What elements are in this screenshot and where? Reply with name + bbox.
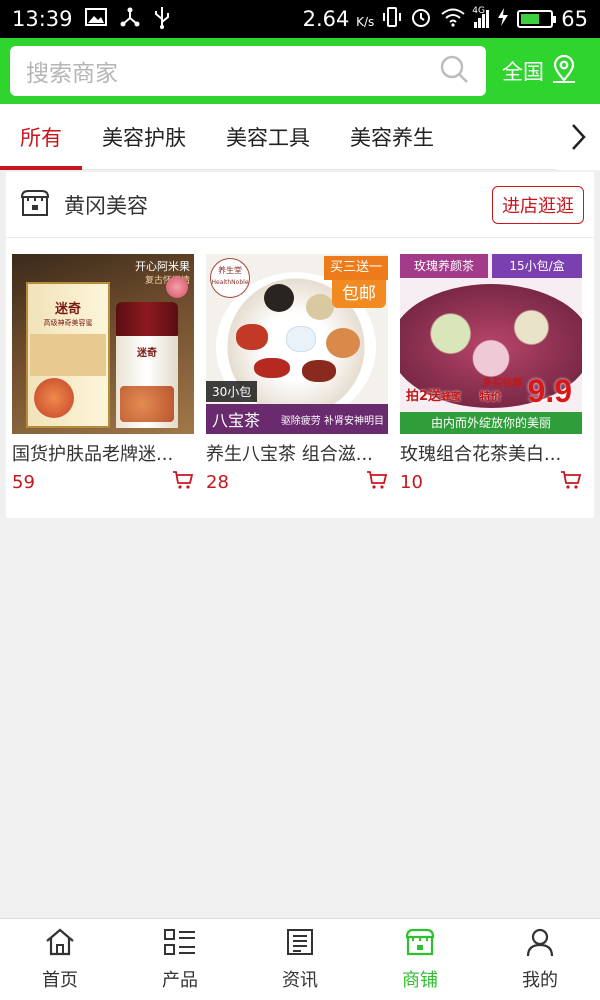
logo-en: HealthNoble bbox=[211, 279, 249, 286]
product-image[interactable]: 开心阿米果 复古怀旧情 迷奇 高级神奇美容蜜 迷奇 bbox=[12, 254, 194, 434]
promo-text: 拍2送 bbox=[406, 389, 442, 404]
jar-label: 迷奇 bbox=[137, 348, 157, 359]
shop-name: 黄冈美容 bbox=[64, 193, 148, 218]
tea-effect: 驱除疲劳 补肾安神明目 bbox=[280, 415, 384, 427]
tea-name: 玫瑰养颜茶 bbox=[400, 254, 488, 278]
box-sub: 高级神奇美容蜜 bbox=[43, 319, 93, 327]
product-card[interactable]: 玫瑰养颜茶 15小包/盒 多买包邮 拍2送蜂蜜 特价 9.9 由内而外绽放你的美… bbox=[400, 254, 582, 494]
shop-header: 黄冈美容 进店逛逛 bbox=[6, 172, 594, 238]
wifi-icon bbox=[440, 7, 466, 32]
list-icon bbox=[163, 927, 197, 962]
product-box: 迷奇 高级神奇美容蜜 bbox=[26, 282, 110, 428]
product-image[interactable]: 养生堂 HealthNoble 买三送一 包邮 30小包 八宝茶 驱除疲劳 补肾… bbox=[206, 254, 388, 434]
nav-products[interactable]: 产品 bbox=[120, 919, 240, 1000]
image-badge: 开心阿米果 bbox=[135, 260, 190, 273]
product-price: 28 bbox=[206, 471, 229, 493]
tea-name: 八宝茶 bbox=[212, 411, 261, 430]
nav-home-label: 首页 bbox=[42, 970, 78, 991]
search-icon[interactable] bbox=[438, 53, 470, 89]
bottom-nav: 首页 产品 资讯 商铺 我的 bbox=[0, 918, 600, 1000]
status-bar: 13:39 2.64 K/s 4G 65 bbox=[0, 0, 600, 38]
search-input[interactable]: 搜索商家 bbox=[10, 46, 486, 96]
promo-label: 买三送一 bbox=[324, 256, 388, 280]
pack-size: 15小包/盒 bbox=[492, 254, 582, 278]
alarm-icon bbox=[410, 6, 432, 33]
product-title[interactable]: 玫瑰组合花茶美白... bbox=[400, 440, 582, 466]
store-icon bbox=[404, 927, 436, 962]
nav-news[interactable]: 资讯 bbox=[240, 919, 360, 1000]
region-selector[interactable]: 全国 bbox=[502, 54, 578, 89]
user-icon bbox=[525, 927, 555, 962]
chevron-right-icon[interactable] bbox=[556, 104, 600, 170]
shop-card: 黄冈美容 进店逛逛 开心阿米果 复古怀旧情 迷奇 高级神奇美容蜜 bbox=[6, 172, 594, 518]
cart-icon[interactable] bbox=[366, 470, 388, 494]
header: 搜索商家 全国 bbox=[0, 38, 600, 104]
box-label: 迷奇 bbox=[54, 302, 81, 317]
logo-text: 养生堂 bbox=[218, 266, 242, 275]
home-icon bbox=[44, 927, 76, 962]
product-price: 10 bbox=[400, 471, 423, 493]
news-icon bbox=[285, 927, 315, 962]
nav-news-label: 资讯 bbox=[282, 970, 318, 991]
pack-count: 30小包 bbox=[206, 381, 258, 402]
big-price: 9.9 bbox=[527, 373, 572, 409]
price-label: 特价 bbox=[479, 390, 502, 403]
product-jar: 迷奇 bbox=[116, 302, 178, 428]
region-label: 全国 bbox=[502, 60, 544, 84]
battery-level bbox=[521, 14, 540, 24]
charging-icon bbox=[497, 7, 509, 32]
usb-icon bbox=[153, 5, 171, 34]
status-time: 13:39 bbox=[12, 7, 73, 31]
product-price: 59 bbox=[12, 471, 35, 493]
location-pin-icon bbox=[550, 54, 578, 89]
tab-beauty-wellness[interactable]: 美容养生 bbox=[330, 104, 454, 170]
search-placeholder: 搜索商家 bbox=[26, 61, 118, 87]
nav-store[interactable]: 商铺 bbox=[360, 919, 480, 1000]
slogan: 由内而外绽放你的美丽 bbox=[400, 412, 582, 434]
nav-store-label: 商铺 bbox=[402, 970, 438, 991]
store-icon bbox=[20, 188, 50, 222]
nav-home[interactable]: 首页 bbox=[0, 919, 120, 1000]
battery-icon bbox=[517, 10, 557, 28]
visit-store-button[interactable]: 进店逛逛 bbox=[492, 185, 584, 224]
vibrate-icon bbox=[382, 6, 402, 33]
product-image[interactable]: 玫瑰养颜茶 15小包/盒 多买包邮 拍2送蜂蜜 特价 9.9 由内而外绽放你的美… bbox=[400, 254, 582, 434]
category-tabs: 所有 美容护肤 美容工具 美容养生 bbox=[0, 104, 600, 170]
nav-products-label: 产品 bbox=[162, 970, 198, 991]
tab-all[interactable]: 所有 bbox=[0, 104, 82, 170]
image-icon bbox=[84, 7, 107, 31]
battery-percent: 65 bbox=[561, 7, 588, 31]
tab-beauty-tools[interactable]: 美容工具 bbox=[206, 104, 330, 170]
product-title[interactable]: 国货护肤品老牌迷... bbox=[12, 440, 194, 466]
share-icon bbox=[119, 6, 141, 33]
promo-gift: 蜂蜜 bbox=[441, 392, 462, 403]
product-card[interactable]: 开心阿米果 复古怀旧情 迷奇 高级神奇美容蜜 迷奇 bbox=[12, 254, 194, 494]
cart-icon[interactable] bbox=[560, 470, 582, 494]
promo-free-shipping: 包邮 bbox=[332, 280, 386, 308]
product-card[interactable]: 养生堂 HealthNoble 买三送一 包邮 30小包 八宝茶 驱除疲劳 补肾… bbox=[206, 254, 388, 494]
cart-icon[interactable] bbox=[172, 470, 194, 494]
product-list: 开心阿米果 复古怀旧情 迷奇 高级神奇美容蜜 迷奇 bbox=[6, 238, 594, 494]
nav-profile-label: 我的 bbox=[522, 970, 558, 991]
product-title[interactable]: 养生八宝茶 组合滋... bbox=[206, 440, 388, 466]
signal-icon: 4G bbox=[472, 6, 490, 28]
tab-skincare[interactable]: 美容护肤 bbox=[82, 104, 206, 170]
network-speed: 2.64 K/s bbox=[302, 7, 375, 31]
nav-profile[interactable]: 我的 bbox=[480, 919, 600, 1000]
